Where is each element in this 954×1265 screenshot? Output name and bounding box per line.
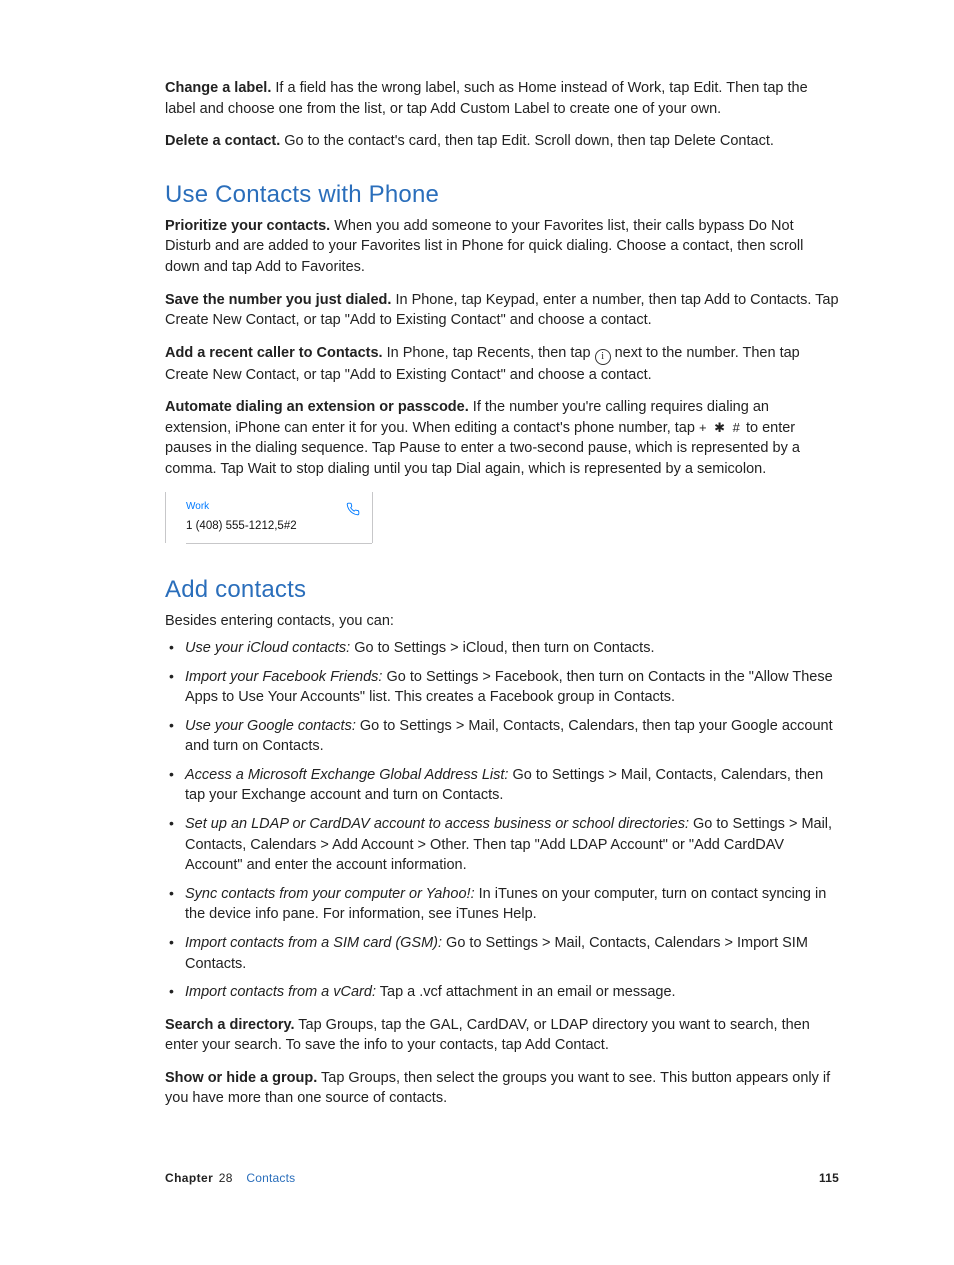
- list-item: Import contacts from a SIM card (GSM): G…: [181, 933, 839, 974]
- footer-chapter-number: 28: [219, 1171, 233, 1185]
- list-item: Import contacts from a vCard: Tap a .vcf…: [181, 982, 839, 1003]
- list-item: Import your Facebook Friends: Go to Sett…: [181, 667, 839, 708]
- phone-handset-icon: [346, 502, 360, 523]
- paragraph-search-directory: Search a directory. Tap Groups, tap the …: [165, 1015, 839, 1056]
- phone-contact-card: Work 1 (408) 555-1212,5#2: [165, 492, 373, 544]
- lead-search-directory: Search a directory.: [165, 1017, 295, 1033]
- lead-automate-dialing: Automate dialing an extension or passcod…: [165, 399, 469, 415]
- phone-card-number: 1 (408) 555-1212,5#2: [186, 520, 297, 532]
- list-item: Use your iCloud contacts: Go to Settings…: [181, 638, 839, 659]
- paragraph-delete-contact: Delete a contact. Go to the contact's ca…: [165, 131, 839, 152]
- paragraph-automate-dialing: Automate dialing an extension or passcod…: [165, 397, 839, 479]
- list-item-text: Go to Settings > iCloud, then turn on Co…: [350, 640, 654, 656]
- paragraph-save-number: Save the number you just dialed. In Phon…: [165, 290, 839, 331]
- list-item: Access a Microsoft Exchange Global Addre…: [181, 765, 839, 806]
- phone-card-label: Work: [186, 500, 362, 514]
- lead-show-hide-group: Show or hide a group.: [165, 1070, 317, 1086]
- text: Go to the contact's card, then tap Edit.…: [280, 133, 774, 149]
- list-item-text: Tap a .vcf attachment in an email or mes…: [376, 984, 676, 1000]
- paragraph-add-recent-caller: Add a recent caller to Contacts. In Phon…: [165, 343, 839, 386]
- list-item-lead: Use your iCloud contacts:: [185, 640, 350, 656]
- lead-delete-contact: Delete a contact.: [165, 133, 280, 149]
- info-icon: i: [595, 349, 611, 365]
- list-item: Sync contacts from your computer or Yaho…: [181, 884, 839, 925]
- footer-left: Chapter 28 Contacts: [165, 1170, 295, 1187]
- section-add-contacts: Add contacts Besides entering contacts, …: [165, 573, 839, 1109]
- list-item-lead: Sync contacts from your computer or Yaho…: [185, 886, 475, 902]
- paragraph-show-hide-group: Show or hide a group. Tap Groups, then s…: [165, 1068, 839, 1109]
- list-item-lead: Import contacts from a SIM card (GSM):: [185, 935, 442, 951]
- list-item-lead: Access a Microsoft Exchange Global Addre…: [185, 767, 508, 783]
- list-item-lead: Use your Google contacts:: [185, 718, 356, 734]
- bullet-list: Use your iCloud contacts: Go to Settings…: [165, 638, 839, 1003]
- paragraph-prioritize: Prioritize your contacts. When you add s…: [165, 216, 839, 278]
- page-footer: Chapter 28 Contacts 115: [165, 1170, 839, 1187]
- footer-page-number: 115: [819, 1170, 839, 1187]
- lead-save-number: Save the number you just dialed.: [165, 292, 391, 308]
- phone-card-row: Work 1 (408) 555-1212,5#2: [166, 492, 372, 540]
- list-item: Set up an LDAP or CardDAV account to acc…: [181, 814, 839, 876]
- paragraph-change-label: Change a label. If a field has the wrong…: [165, 78, 839, 119]
- lead-prioritize: Prioritize your contacts.: [165, 218, 330, 234]
- list-item-lead: Set up an LDAP or CardDAV account to acc…: [185, 816, 689, 832]
- heading-add-contacts: Add contacts: [165, 573, 839, 607]
- text: In Phone, tap Recents, then tap: [383, 345, 595, 361]
- lead-change-label: Change a label.: [165, 80, 271, 96]
- list-item-lead: Import your Facebook Friends:: [185, 669, 382, 685]
- page: Change a label. If a field has the wrong…: [0, 0, 954, 1265]
- keypad-symbols-icon: + ✱ #: [699, 420, 742, 435]
- intro-text: Besides entering contacts, you can:: [165, 611, 839, 632]
- footer-chapter-name: Contacts: [246, 1171, 295, 1185]
- section-use-contacts-with-phone: Use Contacts with Phone Prioritize your …: [165, 178, 839, 544]
- lead-add-recent-caller: Add a recent caller to Contacts.: [165, 345, 383, 361]
- list-item-lead: Import contacts from a vCard:: [185, 984, 376, 1000]
- footer-chapter-word: Chapter: [165, 1171, 213, 1185]
- heading-use-contacts-with-phone: Use Contacts with Phone: [165, 178, 839, 212]
- list-item: Use your Google contacts: Go to Settings…: [181, 716, 839, 757]
